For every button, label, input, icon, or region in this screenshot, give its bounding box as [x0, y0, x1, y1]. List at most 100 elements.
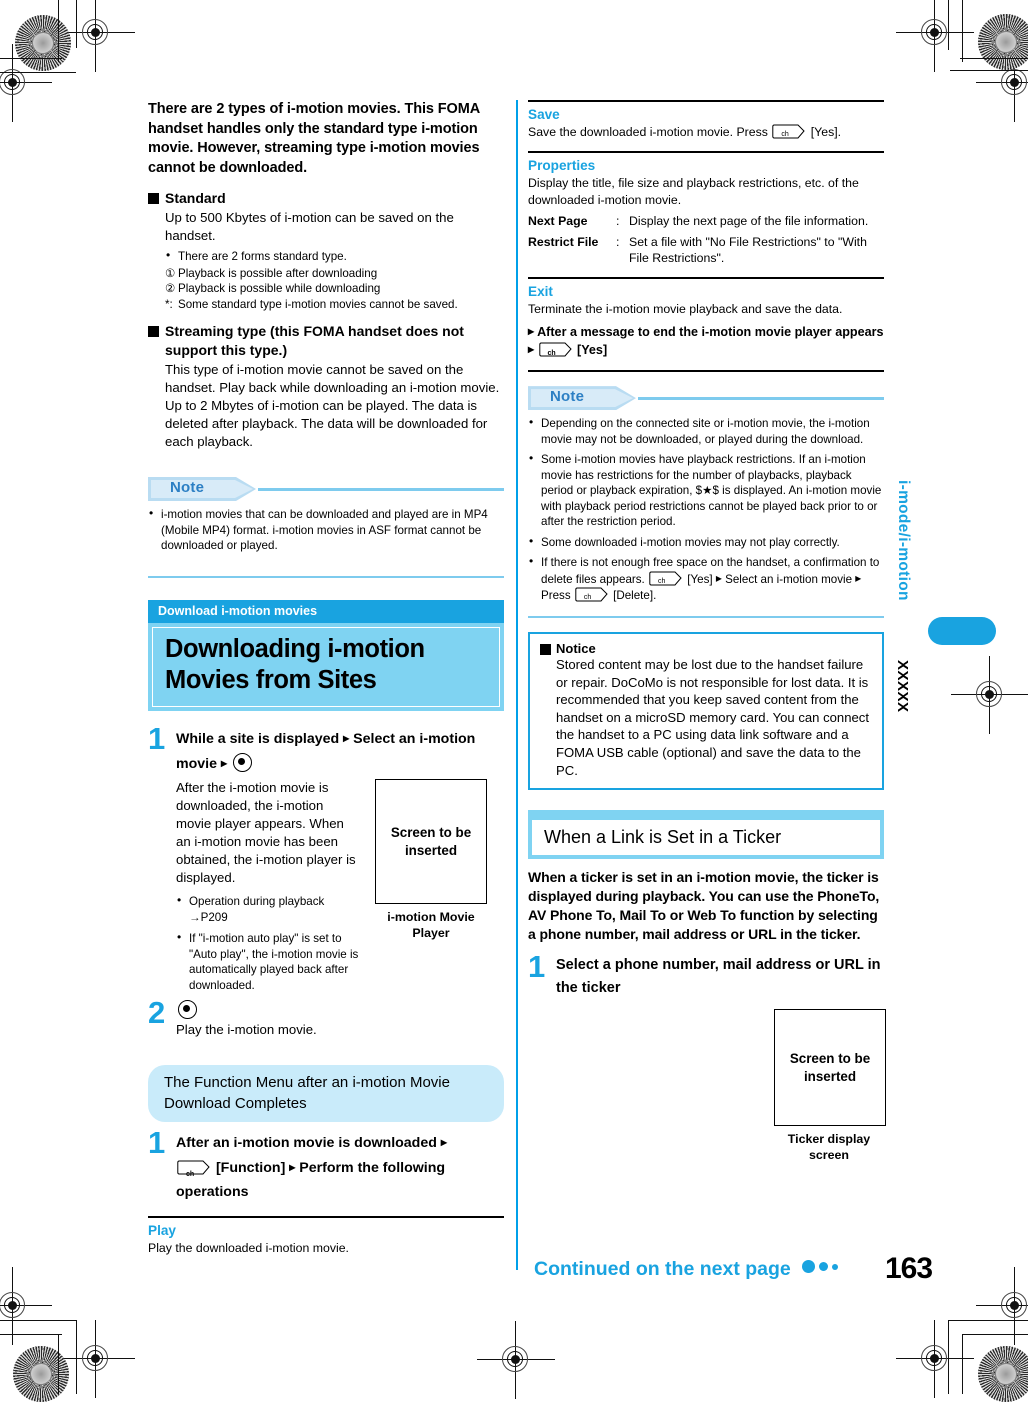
ticker-step-1-body: Select a phone number, mail address or U…	[556, 954, 884, 1000]
circled-one-icon: ①	[165, 266, 176, 280]
ticker-section-header: When a Link is Set in a Ticker	[528, 810, 884, 860]
notice-heading: Notice	[540, 641, 872, 656]
step-1-title-part1: While a site is displayed	[176, 731, 340, 747]
ch-key-icon: ch	[772, 124, 806, 139]
exit-substep: ▸ After a message to end the i-motion mo…	[528, 323, 884, 359]
note-body-right: Depending on the connected site or i-mot…	[528, 415, 884, 604]
screen-caption-imotion-player: i-motion Movie Player	[387, 910, 475, 940]
function-entry-name-play: Play	[148, 1223, 176, 1239]
ch-key-label: ch	[658, 577, 666, 585]
note-last-part4: Press	[541, 589, 571, 603]
arrow-icon: ▸	[715, 570, 722, 585]
option-colon: :	[616, 214, 620, 229]
divider-rule	[148, 1216, 504, 1219]
screen-caption-ticker: Ticker display screen	[787, 1132, 871, 1163]
divider-rule	[528, 276, 884, 280]
step-2-body: Play the i-motion movie.	[176, 1000, 504, 1039]
ticker-step-1-title: Select a phone number, mail address or U…	[556, 957, 881, 997]
ch-key-icon: ch	[538, 342, 573, 357]
step-1-description: After the i-motion movie is downloaded, …	[176, 780, 356, 885]
note-list-right: Depending on the connected site or i-mot…	[528, 415, 884, 604]
function-menu-step-1: 1 After an i-motion movie is downloaded …	[148, 1127, 504, 1204]
margin-placeholder-label: XXXXX	[894, 660, 911, 713]
divider-rule	[528, 150, 884, 154]
section-banner: Download i-motion movies Downloading i-m…	[148, 600, 504, 711]
standard-item-2-label: Playback is possible while downloading	[178, 282, 381, 295]
step-2: 2 Play the i-motion movie.	[148, 995, 504, 1039]
standard-bullet-list: There are 2 forms standard type.	[165, 248, 504, 265]
ticker-lead-paragraph: When a ticker is set in an i-motion movi…	[528, 869, 880, 943]
arrow-icon: ▸	[528, 341, 535, 356]
standard-item-1-label: Playback is possible after downloading	[178, 266, 378, 280]
function-menu-step-1-body: After an i-motion movie is downloaded ▸ …	[176, 1130, 504, 1204]
fm-step-title-part2: [Function]	[215, 1160, 286, 1176]
list-item: i-motion movies that can be downloaded a…	[148, 506, 504, 554]
note-header-left: Note	[148, 477, 504, 503]
divider-rule	[528, 100, 884, 103]
notice-body: Stored content may be lost due to the ha…	[556, 657, 869, 778]
step-2-number: 2	[148, 995, 166, 1030]
step-1-number: 1	[148, 721, 166, 756]
note-end-rule-left	[148, 575, 504, 578]
option-key: Next Page	[528, 214, 588, 229]
list-item: If there is not enough free space on the…	[528, 554, 884, 604]
standard-footnote-label: Some standard type i-motion movies canno…	[178, 297, 458, 311]
list-item: Operation during playback →P209	[176, 893, 361, 925]
function-entry-desc-save: Save the downloaded i-motion movie. Pres…	[528, 124, 884, 141]
step-1-body: While a site is displayed ▸ Select an i-…	[176, 726, 504, 994]
step-2-description: Play the i-motion movie.	[176, 1022, 317, 1037]
function-entry-name-exit: Exit	[528, 284, 553, 300]
list-item: Some i-motion movies have playback restr…	[528, 451, 884, 530]
exit-substep-part2: [Yes]	[577, 342, 608, 357]
screen-placeholder-imotion-player: Screen to be inserted	[375, 779, 487, 904]
option-key: Restrict File	[528, 234, 599, 249]
ticker-section-title: When a Link is Set in a Ticker	[532, 820, 880, 856]
note-list-left: i-motion movies that can be downloaded a…	[148, 506, 504, 554]
table-row: Next Page : Display the next page of the…	[528, 213, 884, 230]
option-value: Display the next page of the file inform…	[629, 214, 869, 229]
divider-rule	[528, 369, 884, 373]
page-number: 163	[885, 1252, 933, 1285]
left-column: There are 2 types of i-motion movies. Th…	[148, 100, 504, 1257]
lead-paragraph: There are 2 types of i-motion movies. Th…	[148, 101, 480, 176]
note-rule	[258, 488, 504, 491]
note-last-part3: Select an i-motion movie	[725, 572, 853, 586]
note-last-part2: [Yes]	[687, 572, 713, 586]
standard-body: Up to 500 Kbytes of i-motion can be save…	[165, 210, 454, 243]
step-2-title	[176, 1000, 504, 1021]
note-tab-label: Note	[550, 388, 585, 406]
black-square-icon	[148, 193, 159, 204]
continued-dots-icon	[802, 1260, 839, 1273]
note-body-left: i-motion movies that can be downloaded a…	[148, 506, 504, 554]
ch-key-icon: ch	[177, 1160, 211, 1178]
exit-substep-part1: After a message to end the i-motion movi…	[537, 324, 884, 339]
ticker-step-1-number: 1	[528, 949, 546, 985]
step-1-bullets: Operation during playback →P209 If "i-mo…	[176, 893, 361, 993]
arrow-icon: ▸	[440, 1135, 447, 1149]
continued-footer: Continued on the next page	[534, 1258, 839, 1281]
arrow-icon: ▸	[343, 731, 350, 745]
arrow-icon: ▸	[289, 1160, 296, 1174]
option-colon: :	[616, 234, 620, 249]
function-menu-pill: The Function Menu after an i-motion Movi…	[148, 1065, 504, 1122]
select-key-icon	[178, 1000, 197, 1019]
ch-key-label: ch	[547, 349, 556, 357]
table-row: Restrict File : Set a file with "No File…	[528, 234, 884, 267]
arrow-icon: ▸	[220, 756, 227, 770]
function-entry-desc-properties: Display the title, file size and playbac…	[528, 176, 859, 207]
black-square-icon	[540, 644, 551, 656]
screen-placeholder-ticker: Screen to be inserted	[774, 1009, 886, 1127]
streaming-body: This type of i-motion movie cannot be sa…	[165, 362, 500, 449]
notice-box: Notice Stored content may be lost due to…	[528, 632, 884, 791]
column-divider	[516, 100, 518, 1270]
note-header-right: Note	[528, 386, 884, 412]
standard-heading: Standard	[148, 189, 504, 208]
margin-chapter-tab	[928, 617, 996, 645]
notice-heading-label: Notice	[556, 641, 596, 657]
function-entry-name-properties: Properties	[528, 158, 596, 174]
function-entry-name-save: Save	[528, 107, 560, 123]
list-item: Some downloaded i-motion movies may not …	[528, 534, 884, 551]
standard-footnote: *: Some standard type i-motion movies ca…	[165, 297, 504, 313]
continued-label: Continued on the next page	[534, 1258, 791, 1280]
margin-chapter-label: i-mode/i-motion	[895, 480, 912, 601]
